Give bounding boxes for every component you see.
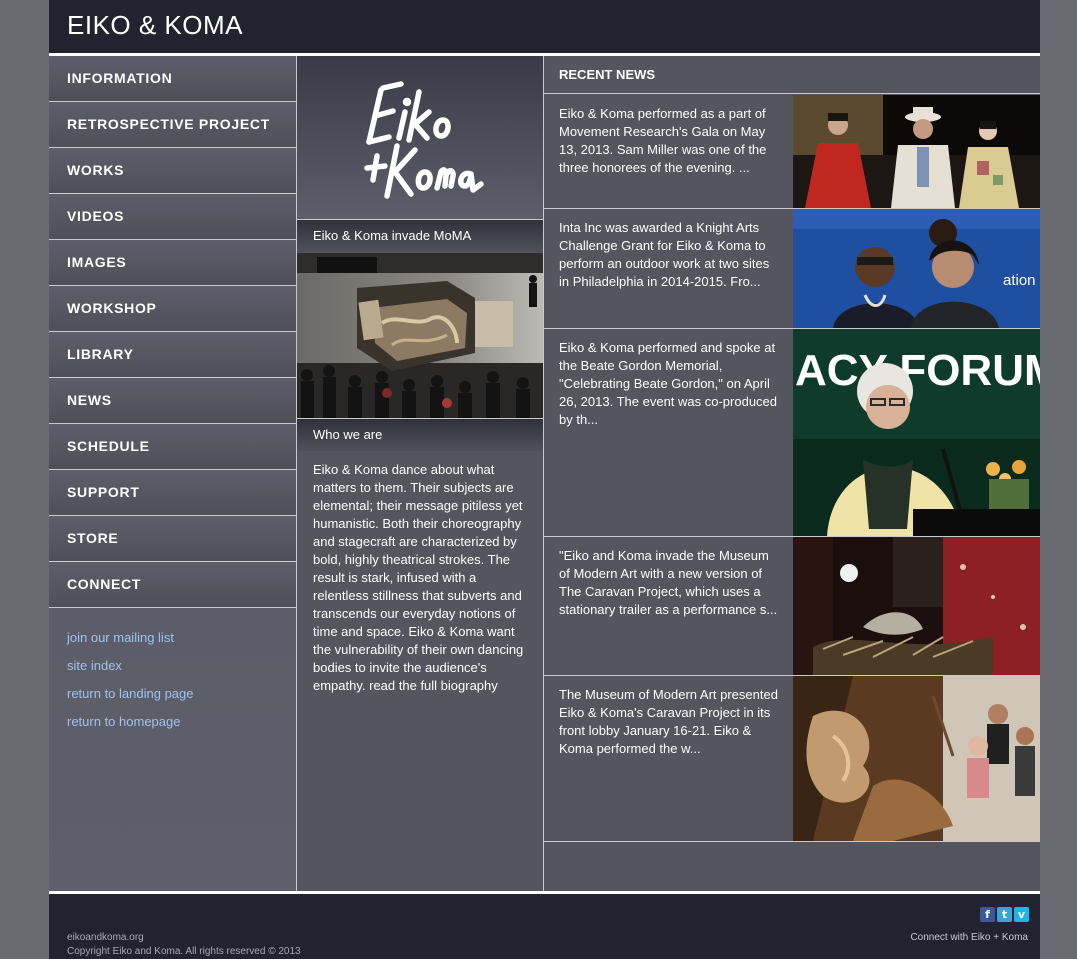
site-footer: ftv eikoandkoma.org Copyright Eiko and K…	[49, 891, 1040, 959]
nav-item-works[interactable]: WORKS	[49, 148, 296, 194]
logo-panel[interactable]	[297, 56, 543, 220]
recent-news-heading: RECENT NEWS	[544, 56, 1040, 94]
homepage-link[interactable]: return to homepage	[67, 708, 296, 736]
nav-item-information[interactable]: INFORMATION	[49, 56, 296, 102]
knight-photo-art: ation	[793, 209, 1040, 328]
gordon-photo-art: ACY FORUM	[793, 329, 1040, 536]
news-photo-caravan-lobby[interactable]	[793, 676, 1040, 841]
caravan-photo-art	[793, 676, 1040, 841]
moma-photo-art	[297, 253, 543, 418]
moma-heading[interactable]: Eiko & Koma invade MoMA	[297, 220, 543, 252]
news-item-text[interactable]: Inta Inc was awarded a Knight Arts Chall…	[559, 219, 781, 291]
news-photo-gala[interactable]	[793, 95, 1040, 208]
nav-item-support[interactable]: SUPPORT	[49, 470, 296, 516]
landing-page-link[interactable]: return to landing page	[67, 680, 296, 708]
bio-paragraph: Eiko & Koma dance about what matters to …	[313, 462, 524, 693]
facebook-icon[interactable]: f	[980, 907, 995, 922]
news-item: "Eiko and Koma invade the Museum of Mode…	[544, 537, 1040, 676]
nav-item-videos[interactable]: VIDEOS	[49, 194, 296, 240]
nav-item-connect[interactable]: CONNECT	[49, 562, 296, 608]
news-photo-knight-grant[interactable]: ation	[793, 209, 1040, 328]
site-header: EIKO & KOMA	[49, 0, 1040, 56]
who-we-are-text: Eiko & Koma dance about what matters to …	[313, 461, 527, 695]
middle-column: Eiko & Koma invade MoMA Who we are Eiko …	[297, 56, 544, 891]
forum-sign-text: ACY FORUM	[795, 346, 1040, 395]
news-photo-moma-invade[interactable]	[793, 537, 1040, 675]
nav-item-store[interactable]: STORE	[49, 516, 296, 562]
who-we-are-heading: Who we are	[297, 419, 543, 451]
footer-connect-text: Connect with Eiko + Koma	[910, 932, 1028, 943]
nav-item-retrospective-project[interactable]: RETROSPECTIVE PROJECT	[49, 102, 296, 148]
news-item-text[interactable]: The Museum of Modern Art presented Eiko …	[559, 686, 781, 758]
moma-caravan-photo[interactable]	[297, 253, 543, 419]
gala-photo-art	[793, 95, 1040, 208]
nav-item-images[interactable]: IMAGES	[49, 240, 296, 286]
sidebar-nav: INFORMATION RETROSPECTIVE PROJECT WORKS …	[49, 56, 297, 891]
page: EIKO & KOMA INFORMATION RETROSPECTIVE PR…	[49, 0, 1040, 959]
social-icons: ftv	[978, 905, 1029, 922]
news-item-text[interactable]: Eiko & Koma performed and spoke at the B…	[559, 339, 781, 429]
news-item: Eiko & Koma performed and spoke at the B…	[544, 329, 1040, 537]
utility-links: join our mailing list site index return …	[49, 608, 296, 736]
nav-item-workshop[interactable]: WORKSHOP	[49, 286, 296, 332]
nav-item-library[interactable]: LIBRARY	[49, 332, 296, 378]
eiko-koma-logo	[364, 81, 484, 199]
nav-item-news[interactable]: NEWS	[49, 378, 296, 424]
site-index-link[interactable]: site index	[67, 652, 296, 680]
site-title[interactable]: EIKO & KOMA	[67, 10, 243, 41]
news-item: The Museum of Modern Art presented Eiko …	[544, 676, 1040, 842]
news-item: Eiko & Koma performed as a part of Movem…	[544, 95, 1040, 209]
banner-sign-text: ation	[1003, 272, 1036, 289]
mailing-list-link[interactable]: join our mailing list	[67, 624, 296, 652]
vimeo-icon[interactable]: v	[1014, 907, 1029, 922]
news-column: RECENT NEWS Eiko & Koma performed as a p…	[544, 56, 1040, 891]
main-content: INFORMATION RETROSPECTIVE PROJECT WORKS …	[49, 56, 1040, 891]
nav-item-schedule[interactable]: SCHEDULE	[49, 424, 296, 470]
twitter-icon[interactable]: t	[997, 907, 1012, 922]
footer-copyright: Copyright Eiko and Koma. All rights rese…	[67, 946, 301, 957]
news-item-text[interactable]: Eiko & Koma performed as a part of Movem…	[559, 105, 781, 177]
news-item: Inta Inc was awarded a Knight Arts Chall…	[544, 209, 1040, 329]
news-item-text[interactable]: "Eiko and Koma invade the Museum of Mode…	[559, 547, 781, 619]
full-biography-link[interactable]: read the full biography	[369, 678, 498, 693]
news-photo-beate-gordon[interactable]: ACY FORUM	[793, 329, 1040, 536]
invade-photo-art	[793, 537, 1040, 675]
footer-domain: eikoandkoma.org	[67, 932, 144, 943]
